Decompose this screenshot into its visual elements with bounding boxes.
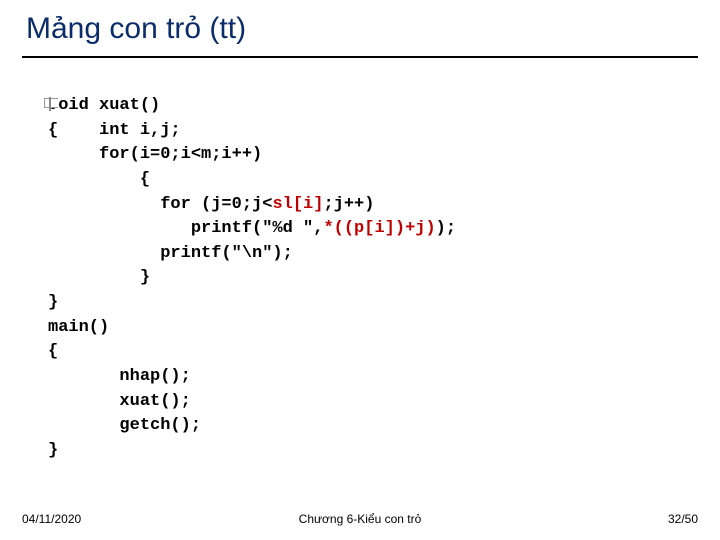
slide-title: Mảng con trỏ (tt) xyxy=(22,12,698,54)
code-line: for(i=0;i<m;i++) xyxy=(48,145,262,164)
code-line: void xuat() xyxy=(48,96,160,115)
code-line: } xyxy=(48,268,150,287)
code-text: void xuat() { int i,j; for(i=0;i<m;i++) … xyxy=(48,94,698,464)
code-line: main() xyxy=(48,318,109,337)
outline-handle-icon xyxy=(44,98,58,108)
code-line: } xyxy=(48,441,58,460)
code-line: { int i,j; xyxy=(48,121,181,140)
code-line: xuat(); xyxy=(48,392,191,411)
code-line: nhap(); xyxy=(48,367,191,386)
code-line: { xyxy=(48,170,150,189)
code-line-part: ); xyxy=(436,219,456,238)
footer-page-number: 32/50 xyxy=(668,512,698,526)
code-highlight: sl[i] xyxy=(272,195,323,214)
slide-footer: 04/11/2020 Chương 6-Kiểu con trỏ 32/50 xyxy=(22,512,698,526)
slide: Mảng con trỏ (tt) void xuat() { int i,j;… xyxy=(0,0,720,540)
code-line-part: ;j++) xyxy=(323,195,374,214)
footer-chapter: Chương 6-Kiểu con trỏ xyxy=(22,512,698,526)
footer-date: 04/11/2020 xyxy=(22,512,81,526)
code-line-part: printf("%d ", xyxy=(48,219,323,238)
code-block: void xuat() { int i,j; for(i=0;i<m;i++) … xyxy=(48,94,698,464)
title-divider xyxy=(22,56,698,58)
code-line: printf("\n"); xyxy=(48,244,293,263)
code-line-part: for (j=0;j< xyxy=(48,195,272,214)
code-line: { xyxy=(48,342,58,361)
code-line: getch(); xyxy=(48,416,201,435)
code-highlight: *((p[i])+j) xyxy=(323,219,435,238)
code-line: } xyxy=(48,293,58,312)
